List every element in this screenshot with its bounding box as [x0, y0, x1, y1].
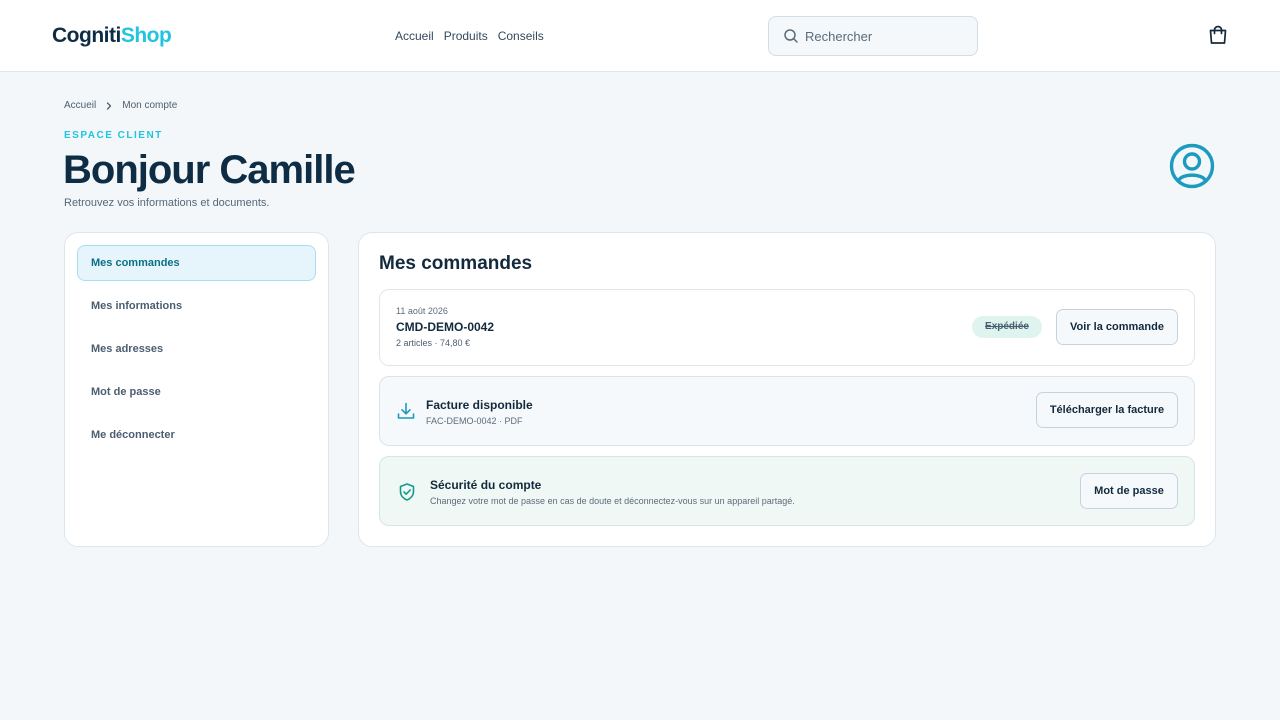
- orders-panel: Mes commandes 11 août 2026 CMD-DEMO-0042…: [358, 232, 1216, 547]
- sidebar-item-mes-commandes[interactable]: Mes commandes: [77, 245, 316, 281]
- breadcrumb-home[interactable]: Accueil: [64, 100, 96, 112]
- breadcrumb-current: Mon compte: [122, 100, 178, 111]
- invoice-details: FAC-DEMO-0042 · PDF: [426, 416, 523, 426]
- view-order-button[interactable]: Voir la commande: [1056, 309, 1178, 345]
- download-icon: [397, 402, 415, 419]
- site-header: CognitiShop Accueil Produits Conseils: [0, 0, 1280, 72]
- logo[interactable]: CognitiShop: [52, 24, 172, 48]
- page-title: Bonjour Camille: [63, 148, 356, 192]
- order-meta: 2 articles · 74,80 €: [396, 338, 471, 348]
- search-box: [768, 16, 978, 56]
- sidebar-item-mes-informations[interactable]: Mes informations: [77, 288, 316, 324]
- sidebar-item-mot-de-passe[interactable]: Mot de passe: [77, 374, 316, 410]
- invoice-card: Facture disponible FAC-DEMO-0042 · PDF T…: [379, 376, 1195, 446]
- chevron-right-icon: [107, 102, 112, 110]
- search-input[interactable]: [805, 27, 965, 45]
- section-eyebrow: ESPACE CLIENT: [64, 130, 163, 141]
- main-nav: Accueil Produits Conseils: [395, 28, 544, 44]
- panel-title: Mes commandes: [379, 253, 533, 274]
- search-icon: [784, 29, 798, 43]
- security-card: Sécurité du compte Changez votre mot de …: [379, 456, 1195, 526]
- download-invoice-button[interactable]: Télécharger la facture: [1036, 392, 1178, 428]
- nav-link-produits[interactable]: Produits: [444, 28, 488, 44]
- sidebar-item-mes-adresses[interactable]: Mes adresses: [77, 331, 316, 367]
- invoice-title: Facture disponible: [426, 398, 533, 412]
- sidebar-item-me-deconnecter[interactable]: Me déconnecter: [77, 417, 316, 453]
- shopping-bag-icon[interactable]: [1206, 23, 1230, 47]
- status-badge: Expédiée: [972, 316, 1042, 338]
- page-subtitle: Retrouvez vos informations et documents.: [64, 197, 270, 209]
- security-title: Sécurité du compte: [430, 478, 542, 492]
- account-sidebar: Mes commandes Mes informations Mes adres…: [64, 232, 329, 547]
- shield-check-icon: [399, 483, 415, 501]
- logo-text-primary: Cogniti: [52, 24, 121, 47]
- order-id: CMD-DEMO-0042: [396, 320, 495, 334]
- nav-link-conseils[interactable]: Conseils: [498, 28, 544, 44]
- change-password-button[interactable]: Mot de passe: [1080, 473, 1178, 509]
- order-card: 11 août 2026 CMD-DEMO-0042 2 articles · …: [379, 289, 1195, 366]
- order-date: 11 août 2026: [396, 306, 448, 316]
- nav-link-accueil[interactable]: Accueil: [395, 28, 434, 44]
- user-circle-icon[interactable]: [1169, 143, 1215, 189]
- logo-text-accent: Shop: [120, 24, 172, 47]
- breadcrumb: Accueil Mon compte: [64, 100, 177, 112]
- security-description: Changez votre mot de passe en cas de dou…: [430, 496, 795, 506]
